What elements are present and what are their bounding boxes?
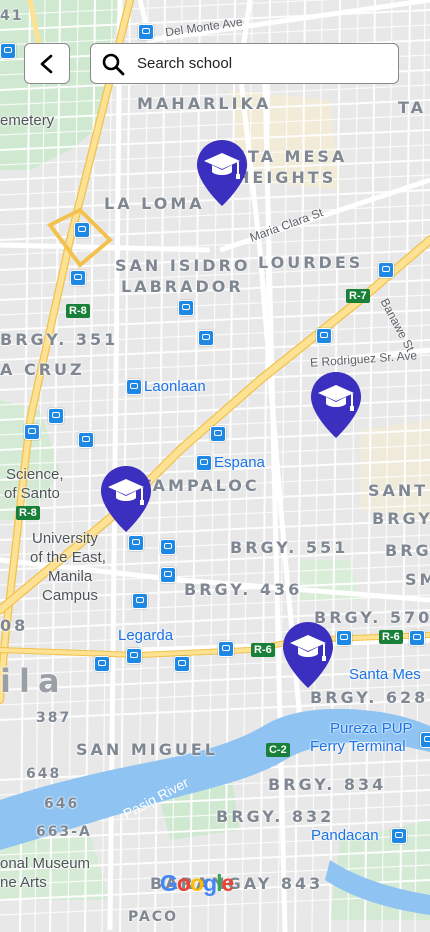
transit-icon (174, 656, 190, 672)
area-label: BRGY. 351 (0, 330, 119, 349)
transit-icon (48, 408, 64, 424)
route-shield: R-6 (251, 643, 275, 657)
area-label: TAMPALOC (140, 476, 260, 495)
area-label: PACO (128, 909, 178, 925)
area-label: BRGY (372, 509, 430, 528)
area-label: BRG (385, 541, 430, 560)
area-label: SAN ISIDRO (115, 256, 251, 275)
transit-icon (336, 630, 352, 646)
transit-icon (210, 426, 226, 442)
area-label: LABRADOR (121, 277, 244, 296)
search-icon (102, 53, 125, 75)
poi-santa-mesa[interactable]: Santa Mes (349, 666, 421, 683)
area-label: 08 (0, 616, 29, 635)
search-bar[interactable] (90, 43, 399, 84)
poi-espana[interactable]: Espana (214, 454, 265, 471)
transit-icon (160, 539, 176, 555)
poi-pureza-pup[interactable]: Pureza PUP (330, 720, 413, 738)
area-label: LA LOMA (104, 194, 205, 213)
transit-icon (198, 330, 214, 346)
area-label: TA (398, 98, 427, 117)
area-label: HEIGHTS (236, 168, 337, 187)
area-label: SM (405, 570, 430, 589)
back-button[interactable] (24, 43, 70, 84)
area-label: A CRUZ (0, 360, 85, 379)
route-shield: R-8 (16, 506, 40, 520)
school-pin-icon[interactable] (99, 464, 153, 534)
area-label: BRGY. 628 (310, 688, 429, 707)
area-label: BRGY. 834 (268, 775, 387, 794)
poi-laonlaan[interactable]: Laonlaan (144, 378, 206, 395)
school-pin-icon[interactable] (309, 370, 363, 440)
area-label: SAN MIGUEL (76, 740, 218, 759)
poi-ferry-terminal[interactable]: Ferry Terminal (310, 738, 406, 756)
school-pin-icon[interactable] (195, 138, 249, 208)
area-label: 648 (26, 766, 62, 782)
place-cemetery[interactable]: emetery (0, 112, 54, 130)
google-logo: Google (160, 870, 234, 896)
poi-pandacan[interactable]: Pandacan (311, 827, 379, 844)
transit-icon (128, 535, 144, 551)
map-screen: 41 MAHARLIKA TA ETA MESA HEIGHTS LA LOMA… (0, 0, 430, 932)
transit-icon (132, 593, 148, 609)
area-label: LOURDES (258, 253, 364, 272)
transit-icon (178, 300, 194, 316)
route-shield: R-6 (379, 630, 403, 644)
transit-icon (126, 379, 142, 395)
transit-icon (420, 732, 430, 748)
transit-icon (378, 262, 394, 278)
place-museum-1[interactable]: onal Museum (0, 855, 90, 873)
transit-icon (391, 828, 407, 844)
transit-icon (126, 648, 142, 664)
route-shield: R-7 (346, 289, 370, 303)
transit-icon (24, 424, 40, 440)
place-ue-3[interactable]: Manila (48, 568, 92, 586)
place-ue-2[interactable]: of the East, (30, 549, 106, 567)
transit-icon (78, 432, 94, 448)
area-label: BRGY. 551 (230, 538, 349, 557)
transit-icon (74, 222, 90, 238)
place-science[interactable]: Science, (6, 466, 64, 484)
area-label: SANT (368, 481, 429, 500)
area-label: 663-A (36, 824, 92, 840)
transit-icon (316, 328, 332, 344)
area-label: ETA MESA (234, 147, 348, 166)
school-pin-icon[interactable] (281, 620, 335, 690)
route-shield: R-8 (66, 304, 90, 318)
top-bar (0, 0, 430, 100)
area-label: BRGY. 436 (184, 580, 303, 599)
place-santo[interactable]: of Santo (4, 485, 60, 503)
area-label: BRGY. 832 (216, 807, 335, 826)
route-shield: C-2 (266, 743, 290, 757)
place-museum-2[interactable]: ne Arts (0, 874, 47, 892)
poi-legarda[interactable]: Legarda (118, 627, 173, 644)
transit-icon (409, 630, 425, 646)
transit-icon (70, 270, 86, 286)
place-ue-4[interactable]: Campus (42, 587, 98, 605)
place-ue-1[interactable]: University (32, 530, 98, 548)
area-label: ila (0, 662, 68, 700)
area-label: 646 (44, 796, 80, 812)
search-input[interactable] (137, 55, 377, 72)
chevron-left-icon (40, 54, 53, 73)
area-label: 387 (36, 710, 72, 726)
transit-icon (160, 567, 176, 583)
transit-icon (218, 641, 234, 657)
transit-icon (196, 455, 212, 471)
transit-icon (94, 656, 110, 672)
